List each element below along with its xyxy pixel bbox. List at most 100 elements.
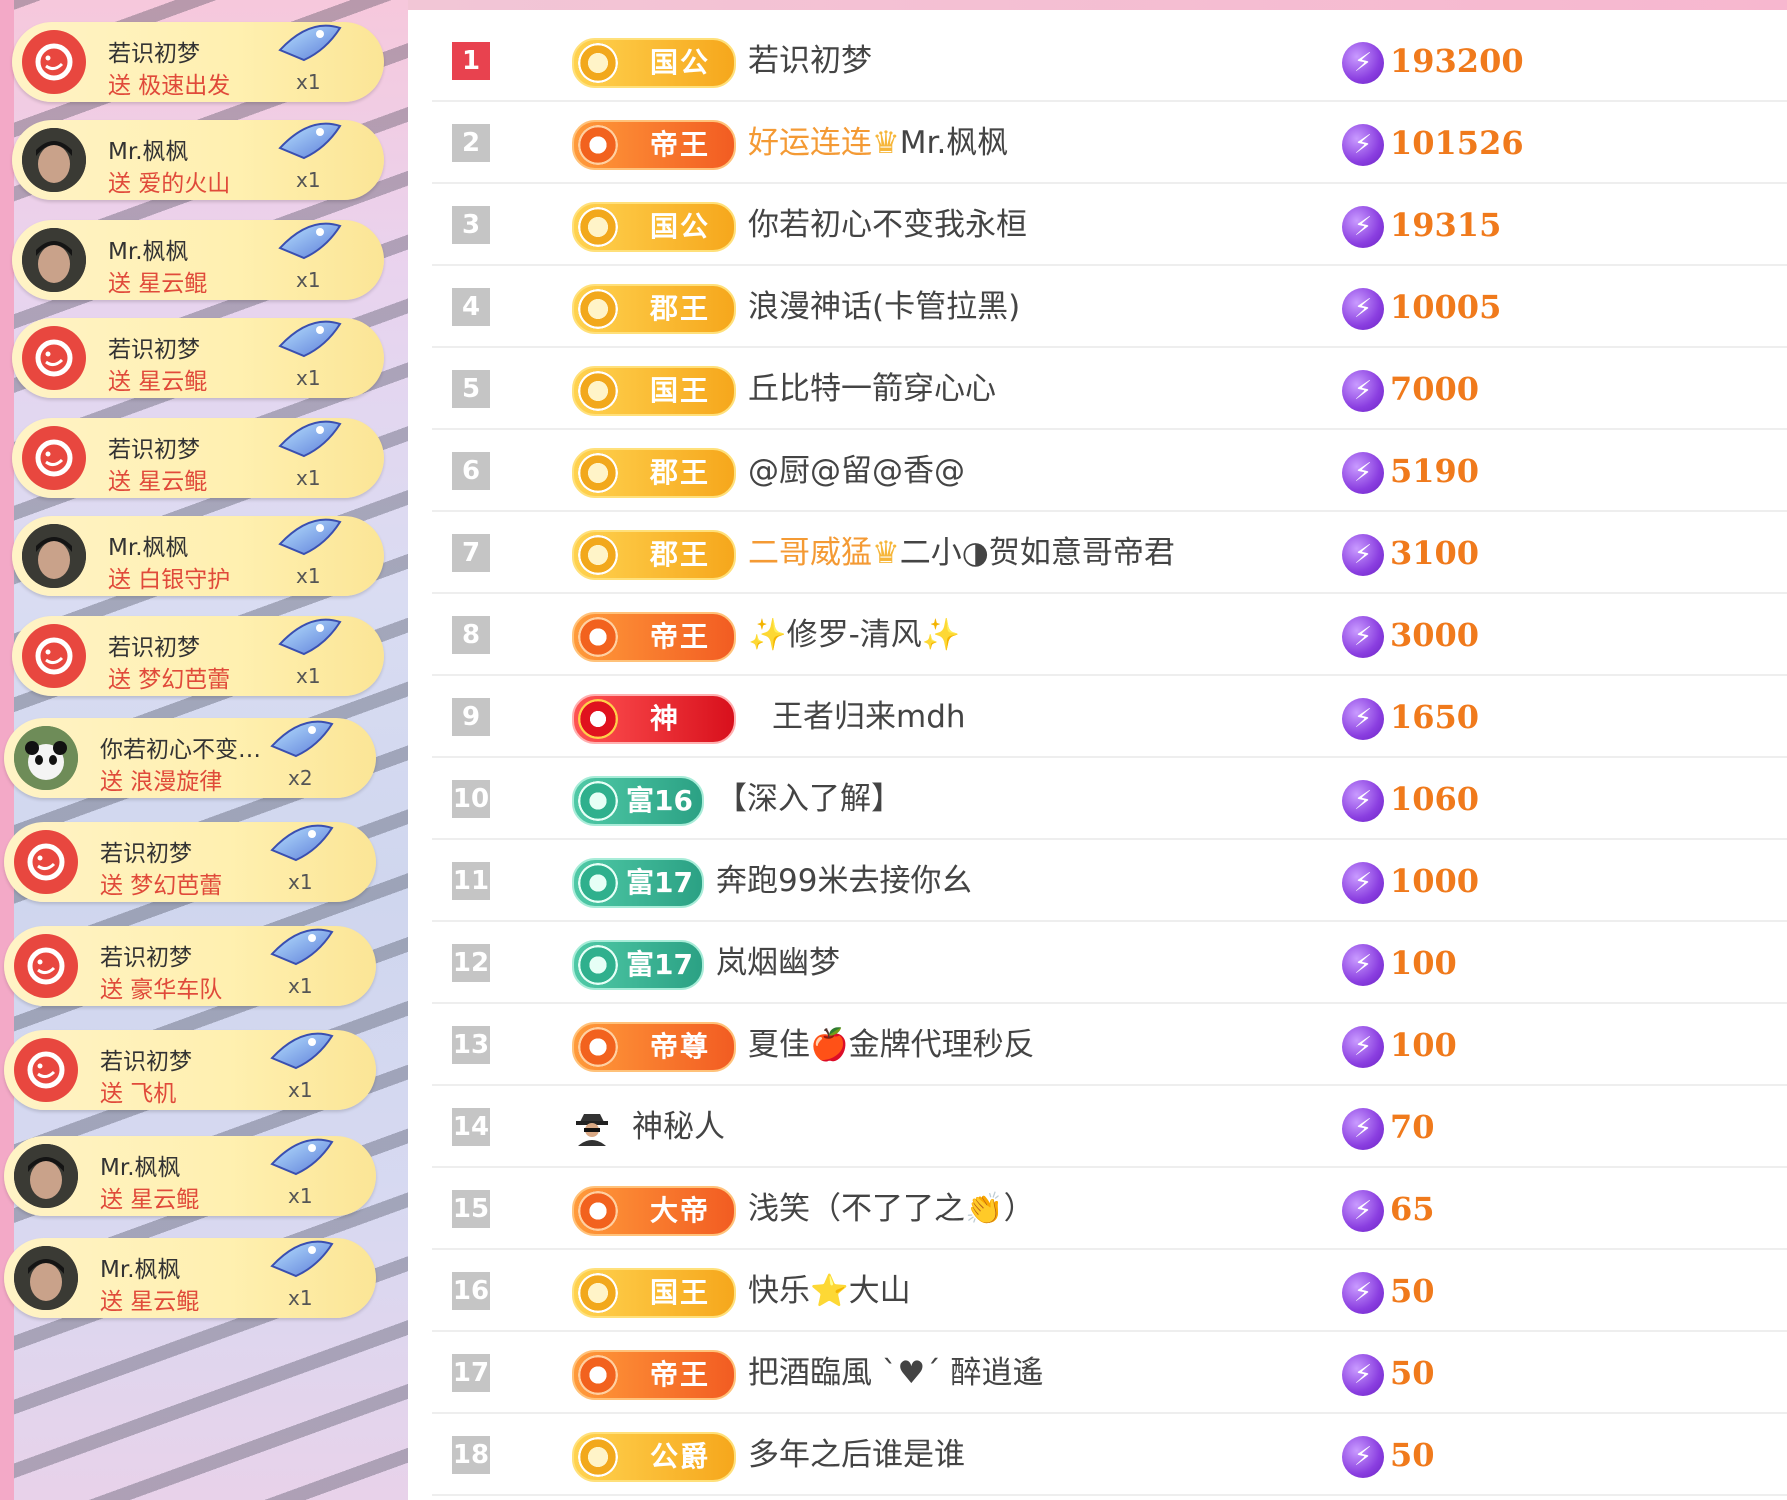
- crown-icon: ♛: [872, 535, 900, 571]
- lightning-coin-icon: ⚡: [1342, 698, 1384, 740]
- rank-number: 4: [452, 288, 490, 326]
- badge-label: 帝王: [650, 128, 711, 161]
- ranking-row[interactable]: 10 富16 【深入了解】 ⚡ 1060: [432, 756, 1787, 840]
- contribution-score: 1060: [1390, 780, 1480, 818]
- sender-name: 若识初梦: [108, 41, 200, 67]
- rank-number: 17: [452, 1354, 490, 1392]
- contribution-score: 101526: [1390, 124, 1524, 162]
- gift-sent-text: 送 爱的火山: [108, 171, 231, 197]
- ranking-row[interactable]: 8 帝王 ✨修罗-清风✨ ⚡ 3000: [432, 592, 1787, 676]
- lightning-coin-icon: ⚡: [1342, 1108, 1384, 1150]
- gift-message: Mr.枫枫送 爱的火山 x1: [12, 120, 384, 200]
- user-name[interactable]: 王者归来mdh: [772, 694, 966, 740]
- avatar[interactable]: [14, 1246, 78, 1310]
- ranking-row[interactable]: 18 公爵 多年之后谁是谁 ⚡ 50: [432, 1412, 1787, 1496]
- gift-message: 若识初梦送 极速出发 x1: [12, 22, 384, 102]
- avatar-red-logo-icon[interactable]: [22, 624, 86, 688]
- avatar-red-logo-icon[interactable]: [14, 830, 78, 894]
- avatar-red-logo-icon[interactable]: [14, 934, 78, 998]
- contribution-score: 65: [1390, 1190, 1435, 1228]
- ranking-row[interactable]: 16 国王 快乐⭐大山 ⚡ 50: [432, 1248, 1787, 1332]
- sender-name: Mr.枫枫: [100, 1155, 181, 1181]
- ranking-row[interactable]: 11 富17 奔跑99米去接你幺 ⚡ 1000: [432, 838, 1787, 922]
- sender-name: Mr.枫枫: [100, 1257, 181, 1283]
- ranking-row[interactable]: 7 郡王 二哥威猛♛二小◑贺如意哥帝君 ⚡ 3100: [432, 510, 1787, 594]
- ranking-row[interactable]: 13 帝尊 夏佳🍎金牌代理秒反 ⚡ 100: [432, 1002, 1787, 1086]
- lightning-coin-icon: ⚡: [1342, 1436, 1384, 1478]
- noble-level-badge: 国王: [572, 366, 736, 416]
- dream-ballet-icon: [274, 604, 346, 668]
- gift-message: Mr.枫枫送 星云鲲 x1: [4, 1238, 376, 1318]
- gift-sent-text: 送 极速出发: [108, 73, 231, 99]
- crown-icon: ♛: [872, 125, 900, 161]
- ranking-row[interactable]: 3 国公 你若初心不变我永桓 ⚡ 19315: [432, 182, 1787, 266]
- ranking-row[interactable]: 4 郡王 浪漫神话(卡管拉黑) ⚡ 10005: [432, 264, 1787, 348]
- avatar[interactable]: [14, 1144, 78, 1208]
- ranking-row[interactable]: 5 国王 丘比特一箭穿心心 ⚡ 7000: [432, 346, 1787, 430]
- user-name[interactable]: 岚烟幽梦: [716, 940, 840, 986]
- avatar[interactable]: [22, 228, 86, 292]
- lightning-coin-icon: ⚡: [1342, 1026, 1384, 1068]
- contribution-score: 50: [1390, 1354, 1435, 1392]
- user-name[interactable]: 浅笑（不了了之👏）: [748, 1186, 1035, 1232]
- ranking-row[interactable]: 15 大帝 浅笑（不了了之👏） ⚡ 65: [432, 1166, 1787, 1250]
- ranking-row[interactable]: 17 帝王 把酒臨風 ˋ♥ˊ 醉逍遙 ⚡ 50: [432, 1330, 1787, 1414]
- sender-name: Mr.枫枫: [108, 239, 189, 265]
- rank-number: 16: [452, 1272, 490, 1310]
- contribution-score: 19315: [1390, 206, 1502, 244]
- rank-number: 3: [452, 206, 490, 244]
- avatar-red-logo-icon[interactable]: [14, 1038, 78, 1102]
- user-name[interactable]: 好运连连♛Mr.枫枫: [748, 120, 1008, 166]
- user-name[interactable]: 丘比特一箭穿心心: [748, 366, 996, 412]
- badge-label: 帝尊: [650, 1030, 711, 1063]
- noble-level-badge: 帝王: [572, 120, 736, 170]
- badge-emblem-icon: [578, 945, 618, 985]
- badge-label: 国公: [650, 46, 711, 79]
- user-name[interactable]: 你若初心不变我永桓: [748, 202, 1027, 248]
- badge-label: 国王: [650, 374, 711, 407]
- badge-emblem-icon: [578, 125, 618, 165]
- lightning-coin-icon: ⚡: [1342, 780, 1384, 822]
- user-name[interactable]: 神秘人: [632, 1104, 725, 1150]
- avatar-red-logo-icon[interactable]: [22, 426, 86, 490]
- noble-level-badge: 神: [572, 694, 736, 744]
- user-name[interactable]: 若识初梦: [748, 38, 872, 84]
- rank-number: 2: [452, 124, 490, 162]
- user-name[interactable]: ✨修罗-清风✨: [748, 612, 960, 658]
- badge-emblem-icon: [578, 535, 618, 575]
- noble-level-badge: 富17: [572, 940, 704, 990]
- badge-label: 国公: [650, 210, 711, 243]
- user-name[interactable]: 二哥威猛♛二小◑贺如意哥帝君: [748, 530, 1175, 576]
- avatar[interactable]: [14, 726, 78, 790]
- ranking-row[interactable]: 2 帝王 好运连连♛Mr.枫枫 ⚡ 101526: [432, 100, 1787, 184]
- gift-sent-text: 送 豪华车队: [100, 977, 223, 1003]
- user-name[interactable]: 多年之后谁是谁: [748, 1432, 965, 1478]
- contribution-score: 193200: [1390, 42, 1524, 80]
- user-name[interactable]: @厨@留@香@: [748, 448, 965, 494]
- contribution-score: 100: [1390, 944, 1457, 982]
- noble-level-badge: 帝王: [572, 1350, 736, 1400]
- avatar[interactable]: [22, 128, 86, 192]
- ranking-row[interactable]: 6 郡王 @厨@留@香@ ⚡ 5190: [432, 428, 1787, 512]
- nebula-whale-icon: [274, 406, 346, 470]
- badge-emblem-icon: [578, 289, 618, 329]
- lightning-coin-icon: ⚡: [1342, 288, 1384, 330]
- gift-message: 若识初梦送 豪华车队 x1: [4, 926, 376, 1006]
- user-name[interactable]: 快乐⭐大山: [748, 1268, 911, 1314]
- user-name[interactable]: 夏佳🍎金牌代理秒反: [748, 1022, 1035, 1068]
- lightning-coin-icon: ⚡: [1342, 370, 1384, 412]
- user-name[interactable]: 【深入了解】: [716, 776, 902, 822]
- badge-label: 国王: [650, 1276, 711, 1309]
- ranking-row[interactable]: 14 神秘人 ⚡ 70: [432, 1084, 1787, 1168]
- user-name[interactable]: 把酒臨風 ˋ♥ˊ 醉逍遙: [748, 1350, 1044, 1396]
- avatar-red-logo-icon[interactable]: [22, 30, 86, 94]
- ranking-row[interactable]: 12 富17 岚烟幽梦 ⚡ 100: [432, 920, 1787, 1004]
- user-name[interactable]: 浪漫神话(卡管拉黑): [748, 284, 1020, 330]
- avatar[interactable]: [22, 524, 86, 588]
- avatar-red-logo-icon[interactable]: [22, 326, 86, 390]
- gift-message: 若识初梦送 梦幻芭蕾 x1: [4, 822, 376, 902]
- ranking-row[interactable]: 1 国公 若识初梦 ⚡ 193200: [432, 18, 1787, 102]
- user-name[interactable]: 奔跑99米去接你幺: [716, 858, 972, 904]
- ranking-row[interactable]: 9 神 王者归来mdh ⚡ 1650: [432, 674, 1787, 758]
- badge-label: 神: [650, 702, 681, 735]
